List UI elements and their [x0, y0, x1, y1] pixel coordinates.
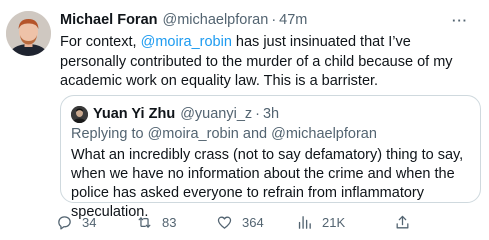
mention-link[interactable]: @moira_robin: [141, 34, 232, 50]
replying-mention-1: @moira_robin: [147, 126, 239, 142]
author-name[interactable]: Michael Foran: [60, 12, 158, 28]
quoted-author-handle: @yuanyi_z: [180, 106, 253, 122]
more-icon[interactable]: ···: [449, 10, 471, 30]
quoted-tweet-timestamp: 3h: [262, 106, 280, 122]
quoted-separator-dot: ·: [255, 106, 260, 122]
share-button[interactable]: [394, 212, 420, 232]
separator-dot: ·: [271, 12, 277, 28]
quoted-tweet-text: What an incredibly crass (not to say def…: [71, 147, 464, 220]
replying-to-line: Replying to @moira_robin and @michaelpfo…: [71, 126, 377, 142]
quoted-tweet[interactable]: Yuan Yi Zhu @yuanyi_z · 3h Replying to @…: [60, 95, 481, 220]
replying-mention-2: @michaelpforan: [271, 126, 377, 142]
quoted-tweet-header: Yuan Yi Zhu @yuanyi_z · 3h: [71, 105, 279, 123]
tweet[interactable]: Michael Foran @michaelpforan · 47m ··· F…: [0, 0, 489, 240]
tweet-timestamp[interactable]: 47m: [279, 12, 307, 28]
views-icon: [298, 215, 311, 229]
retweet-count: 83: [162, 214, 177, 230]
author-avatar[interactable]: [6, 11, 51, 56]
tweet-actions: 34 83 364 21K: [56, 212, 476, 232]
reply-button[interactable]: 34: [56, 212, 96, 232]
retweet-button[interactable]: 83: [136, 212, 176, 232]
reply-count: 34: [82, 214, 97, 230]
like-icon: [217, 216, 232, 229]
views-count: 21K: [322, 214, 346, 230]
quoted-author-name: Yuan Yi Zhu: [93, 106, 176, 122]
tweet-text: For context, @moira_robin has just insin…: [60, 33, 480, 92]
like-button[interactable]: 364: [216, 212, 264, 232]
reply-icon: [58, 215, 71, 230]
share-icon: [396, 215, 409, 228]
author-handle[interactable]: @michaelpforan: [163, 12, 269, 28]
replying-and: and: [238, 126, 272, 142]
replying-prefix: Replying to: [71, 126, 148, 142]
retweet-icon: [138, 216, 151, 228]
tweet-header: Michael Foran @michaelpforan · 47m ···: [60, 10, 475, 30]
like-count: 364: [242, 214, 264, 230]
quoted-author-avatar: [71, 105, 88, 123]
views-button[interactable]: 21K: [296, 212, 345, 232]
tweet-text-before: For context,: [60, 34, 141, 50]
